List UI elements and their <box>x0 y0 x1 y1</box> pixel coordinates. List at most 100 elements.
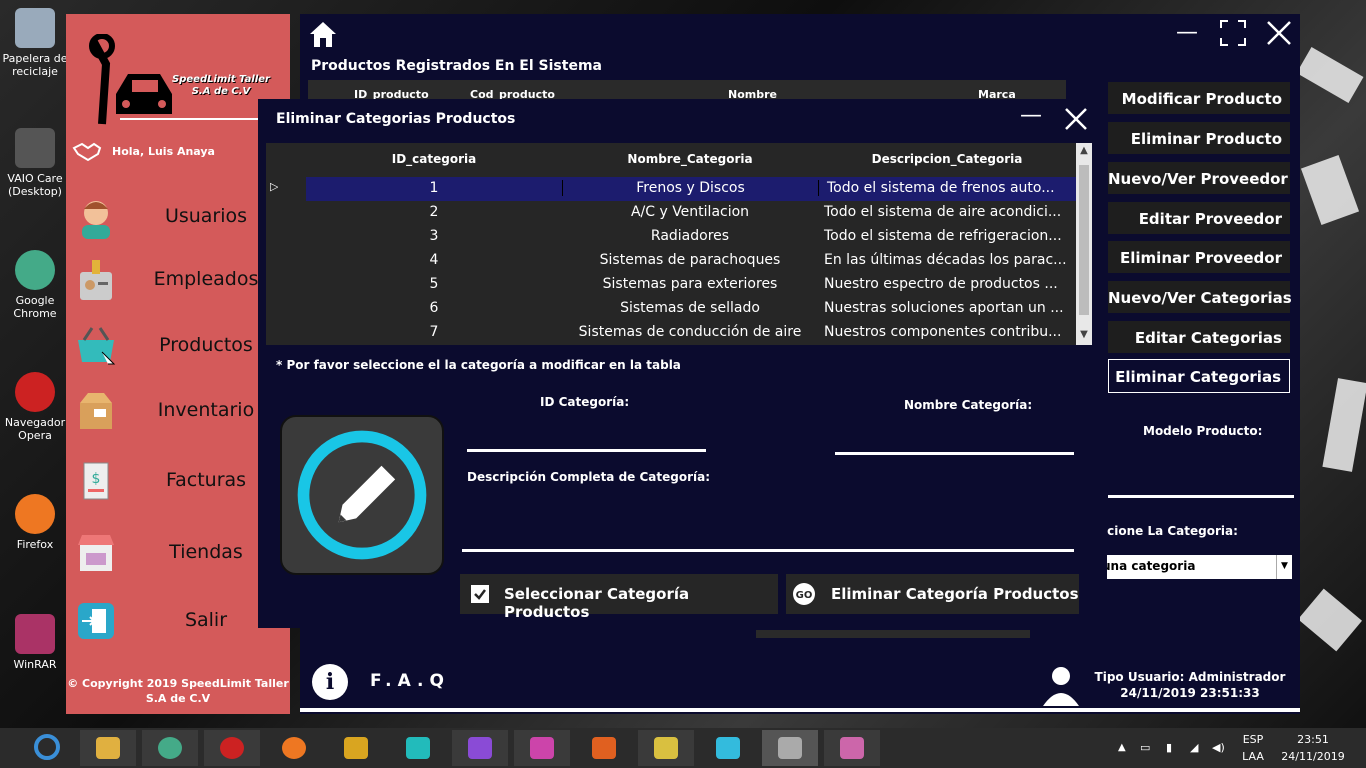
column-header[interactable]: Nombre_Categoria <box>562 152 818 166</box>
eliminar-proveedor-button[interactable]: Eliminar Proveedor <box>1108 241 1290 273</box>
maximize-icon[interactable] <box>1220 20 1246 46</box>
taskbar: ▲ ▭ ▮ ◢ ◀) ESP LAA 23:51 24/11/2019 <box>0 728 1366 768</box>
button-label: Seleccionar Categoría Productos <box>504 585 690 621</box>
table-row[interactable]: 6 Sistemas de sellado Nuestras solucione… <box>266 297 1076 321</box>
winrar-icon <box>15 614 55 654</box>
tray-chevron-icon[interactable]: ▲ <box>1118 740 1126 755</box>
cell-desc: En las últimas décadas los parac... <box>824 252 1067 268</box>
tray-volume-icon[interactable]: ◀) <box>1212 740 1225 757</box>
cell-name: Sistemas de conducción de aire <box>578 324 802 340</box>
terminal-icon <box>406 737 430 759</box>
taskbar-app-active[interactable] <box>762 730 818 766</box>
scroll-thumb[interactable] <box>1079 165 1089 315</box>
info-icon[interactable]: i <box>312 664 348 700</box>
table-row[interactable]: ▷ 1 Frenos y Discos Todo el sistema de f… <box>266 177 1076 201</box>
modelo-input[interactable] <box>1108 495 1294 498</box>
xampp-icon <box>592 737 616 759</box>
taskbar-app[interactable] <box>514 730 570 766</box>
select-category-button[interactable]: Seleccionar Categoría Productos <box>460 574 778 621</box>
taskbar-app[interactable] <box>328 730 384 766</box>
nav-productos[interactable]: Productos <box>66 318 290 374</box>
tray-wifi-icon[interactable]: ◢ <box>1190 740 1198 757</box>
taskbar-app[interactable] <box>266 730 322 766</box>
column-header[interactable]: ID_categoria <box>306 152 562 166</box>
tray-language[interactable]: ESP LAA <box>1238 732 1268 765</box>
delete-category-button[interactable]: GO Eliminar Categoría Productos <box>786 574 1079 614</box>
firefox-icon <box>15 494 55 534</box>
cell-name: Radiadores <box>650 228 730 244</box>
table-scrollbar[interactable]: ▲ ▼ <box>1076 143 1092 345</box>
laptop-icon <box>15 128 55 168</box>
page-title: Productos Registrados En El Sistema <box>311 58 602 74</box>
cell-desc: Todo el sistema de frenos auto... <box>818 180 1076 196</box>
modificar-producto-button[interactable]: Modificar Producto <box>1108 82 1290 114</box>
desktop-icon-chrome[interactable]: Google Chrome <box>0 250 70 320</box>
description-input[interactable] <box>462 549 1074 552</box>
taskbar-app[interactable] <box>700 730 756 766</box>
tray-clock[interactable]: 23:51 24/11/2019 <box>1278 732 1348 765</box>
wallpaper-shard <box>1296 47 1364 103</box>
minimize-icon[interactable]: — <box>1020 103 1042 128</box>
close-icon[interactable] <box>1266 20 1292 46</box>
taskbar-app[interactable] <box>824 730 880 766</box>
nuevo-proveedor-button[interactable]: Nuevo/Ver Proveedor <box>1108 162 1290 194</box>
table-row[interactable]: 3 Radiadores Todo el sistema de refriger… <box>266 225 1076 249</box>
table-row[interactable]: 5 Sistemas para exteriores Nuestro espec… <box>266 273 1076 297</box>
divider <box>300 708 1300 712</box>
wamp-icon <box>530 737 554 759</box>
faq-link[interactable]: F.A.Q <box>370 671 450 691</box>
ie-icon[interactable] <box>20 732 76 764</box>
category-combo[interactable]: una categoria ▼ <box>1100 555 1292 579</box>
time: 23:51 <box>1297 733 1329 746</box>
desktop-icon-firefox[interactable]: Firefox <box>0 494 70 551</box>
plug-icon <box>778 737 802 759</box>
column-header[interactable]: Descripcion_Categoria <box>818 152 1076 166</box>
id-input[interactable] <box>467 449 706 452</box>
taskbar-app[interactable] <box>80 730 136 766</box>
eliminar-categorias-button[interactable]: Eliminar Categorias <box>1108 359 1290 393</box>
taskbar-app[interactable] <box>638 730 694 766</box>
visual-studio-icon <box>468 737 492 759</box>
close-icon[interactable] <box>1064 107 1088 131</box>
taskbar-app[interactable] <box>142 730 198 766</box>
scroll-down-icon[interactable]: ▼ <box>1076 329 1092 340</box>
chevron-down-icon[interactable]: ▼ <box>1276 555 1292 579</box>
nav-inventario[interactable]: Inventario <box>66 383 290 439</box>
cell-id: 3 <box>429 228 439 244</box>
nav-empleados[interactable]: Empleados <box>66 252 290 308</box>
virtualbox-icon <box>716 737 740 759</box>
name-input[interactable] <box>835 452 1074 455</box>
datetime: 24/11/2019 23:51:33 <box>1120 685 1260 700</box>
nav-usuarios[interactable]: Usuarios <box>66 189 290 245</box>
tray-battery-icon[interactable]: ▮ <box>1166 740 1172 757</box>
nuevo-categorias-button[interactable]: Nuevo/Ver Categorias <box>1108 281 1292 313</box>
minimize-icon[interactable]: — <box>1176 20 1198 45</box>
editar-categorias-button[interactable]: Editar Categorias <box>1108 321 1290 353</box>
taskbar-app[interactable] <box>204 730 260 766</box>
taskbar-app[interactable] <box>390 730 446 766</box>
desktop-icon-opera[interactable]: Navegador Opera <box>0 372 70 442</box>
desktop-icon-recycle[interactable]: Papelera de reciclaje <box>0 8 70 78</box>
user-type: Tipo Usuario: Administrador <box>1094 670 1286 684</box>
nav-tiendas[interactable]: Tiendas <box>66 525 290 581</box>
taskbar-app[interactable] <box>452 730 508 766</box>
editar-proveedor-button[interactable]: Editar Proveedor <box>1108 202 1290 234</box>
table-row[interactable]: 2 A/C y Ventilacion Todo el sistema de a… <box>266 201 1076 225</box>
go-icon: GO <box>793 583 815 605</box>
eliminar-producto-button[interactable]: Eliminar Producto <box>1108 122 1290 154</box>
partial-button[interactable] <box>756 630 1030 638</box>
description-label: Descripción Completa de Categoría: <box>467 470 711 484</box>
scroll-up-icon[interactable]: ▲ <box>1076 145 1092 156</box>
taskbar-app[interactable] <box>576 730 632 766</box>
nav-salir[interactable]: Salir <box>66 593 290 649</box>
desktop-icon-label: Navegador Opera <box>4 416 66 443</box>
recycle-bin-icon <box>15 8 55 48</box>
desktop-icon-vaio[interactable]: VAIO Care (Desktop) <box>0 128 70 198</box>
nav-facturas[interactable]: $ Facturas <box>66 453 290 509</box>
cell-name: Frenos y Discos <box>562 180 818 196</box>
table-row[interactable]: 4 Sistemas de parachoques En las últimas… <box>266 249 1076 273</box>
desktop-icon-winrar[interactable]: WinRAR <box>0 614 70 671</box>
table-row[interactable]: 7 Sistemas de conducción de aire Nuestro… <box>266 321 1076 345</box>
home-icon[interactable] <box>308 20 338 48</box>
tray-network-icon[interactable]: ▭ <box>1140 740 1150 757</box>
